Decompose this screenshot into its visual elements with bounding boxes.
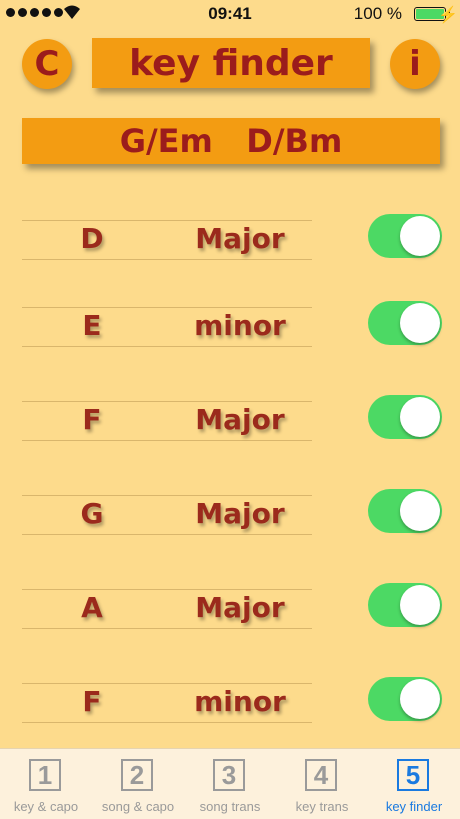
info-button[interactable]: i xyxy=(390,39,440,89)
tab-number: 4 xyxy=(305,759,337,791)
key-result: G/Em D/Bm xyxy=(22,118,440,164)
chord-toggle[interactable] xyxy=(368,583,442,627)
chord-quality: minor xyxy=(194,309,286,342)
tab-song-capo[interactable]: 2 song & capo xyxy=(92,749,184,819)
tab-label: key finder xyxy=(385,799,443,814)
chord-note: D xyxy=(80,222,104,255)
chord-row: D Major xyxy=(0,214,460,260)
tab-label: key & capo xyxy=(13,799,79,814)
page-title: key finder xyxy=(92,38,370,88)
chord-toggle[interactable] xyxy=(368,214,442,258)
chord-note: G xyxy=(80,497,104,530)
chord-toggle[interactable] xyxy=(368,489,442,533)
chord-row: F minor xyxy=(0,677,460,723)
chord-toggle[interactable] xyxy=(368,677,442,721)
tab-number: 5 xyxy=(397,759,429,791)
chord-note: A xyxy=(81,591,103,624)
tab-label: song trans xyxy=(199,799,261,814)
tab-bar: 1 key & capo 2 song & capo 3 song trans … xyxy=(0,748,460,819)
chord-toggle[interactable] xyxy=(368,395,442,439)
chord-quality: Major xyxy=(195,222,285,255)
tab-label: key trans xyxy=(295,799,349,814)
chord-quality: Major xyxy=(195,591,285,624)
chord-quality: Major xyxy=(195,497,285,530)
status-bar: 09:41 100 % ⚡ xyxy=(0,0,460,28)
tab-number: 3 xyxy=(213,759,245,791)
tab-key-trans[interactable]: 4 key trans xyxy=(276,749,368,819)
chord-quality: Major xyxy=(195,403,285,436)
key-c-button[interactable]: C xyxy=(22,39,72,89)
chord-note: F xyxy=(82,685,102,718)
chord-row: E minor xyxy=(0,301,460,347)
tab-number: 2 xyxy=(121,759,153,791)
chord-row: A Major xyxy=(0,583,460,629)
chord-note: E xyxy=(82,309,102,342)
charging-icon: ⚡ xyxy=(438,7,458,24)
tab-song-trans[interactable]: 3 song trans xyxy=(184,749,276,819)
chord-toggle[interactable] xyxy=(368,301,442,345)
battery-percent: 100 % xyxy=(353,4,402,23)
chord-row: F Major xyxy=(0,395,460,441)
tab-number: 1 xyxy=(29,759,61,791)
tab-key-finder[interactable]: 5 key finder xyxy=(368,749,460,819)
chord-quality: minor xyxy=(194,685,286,718)
chord-note: F xyxy=(82,403,102,436)
chord-row: G Major xyxy=(0,489,460,535)
tab-label: song & capo xyxy=(101,799,175,814)
tab-key-capo[interactable]: 1 key & capo xyxy=(0,749,92,819)
